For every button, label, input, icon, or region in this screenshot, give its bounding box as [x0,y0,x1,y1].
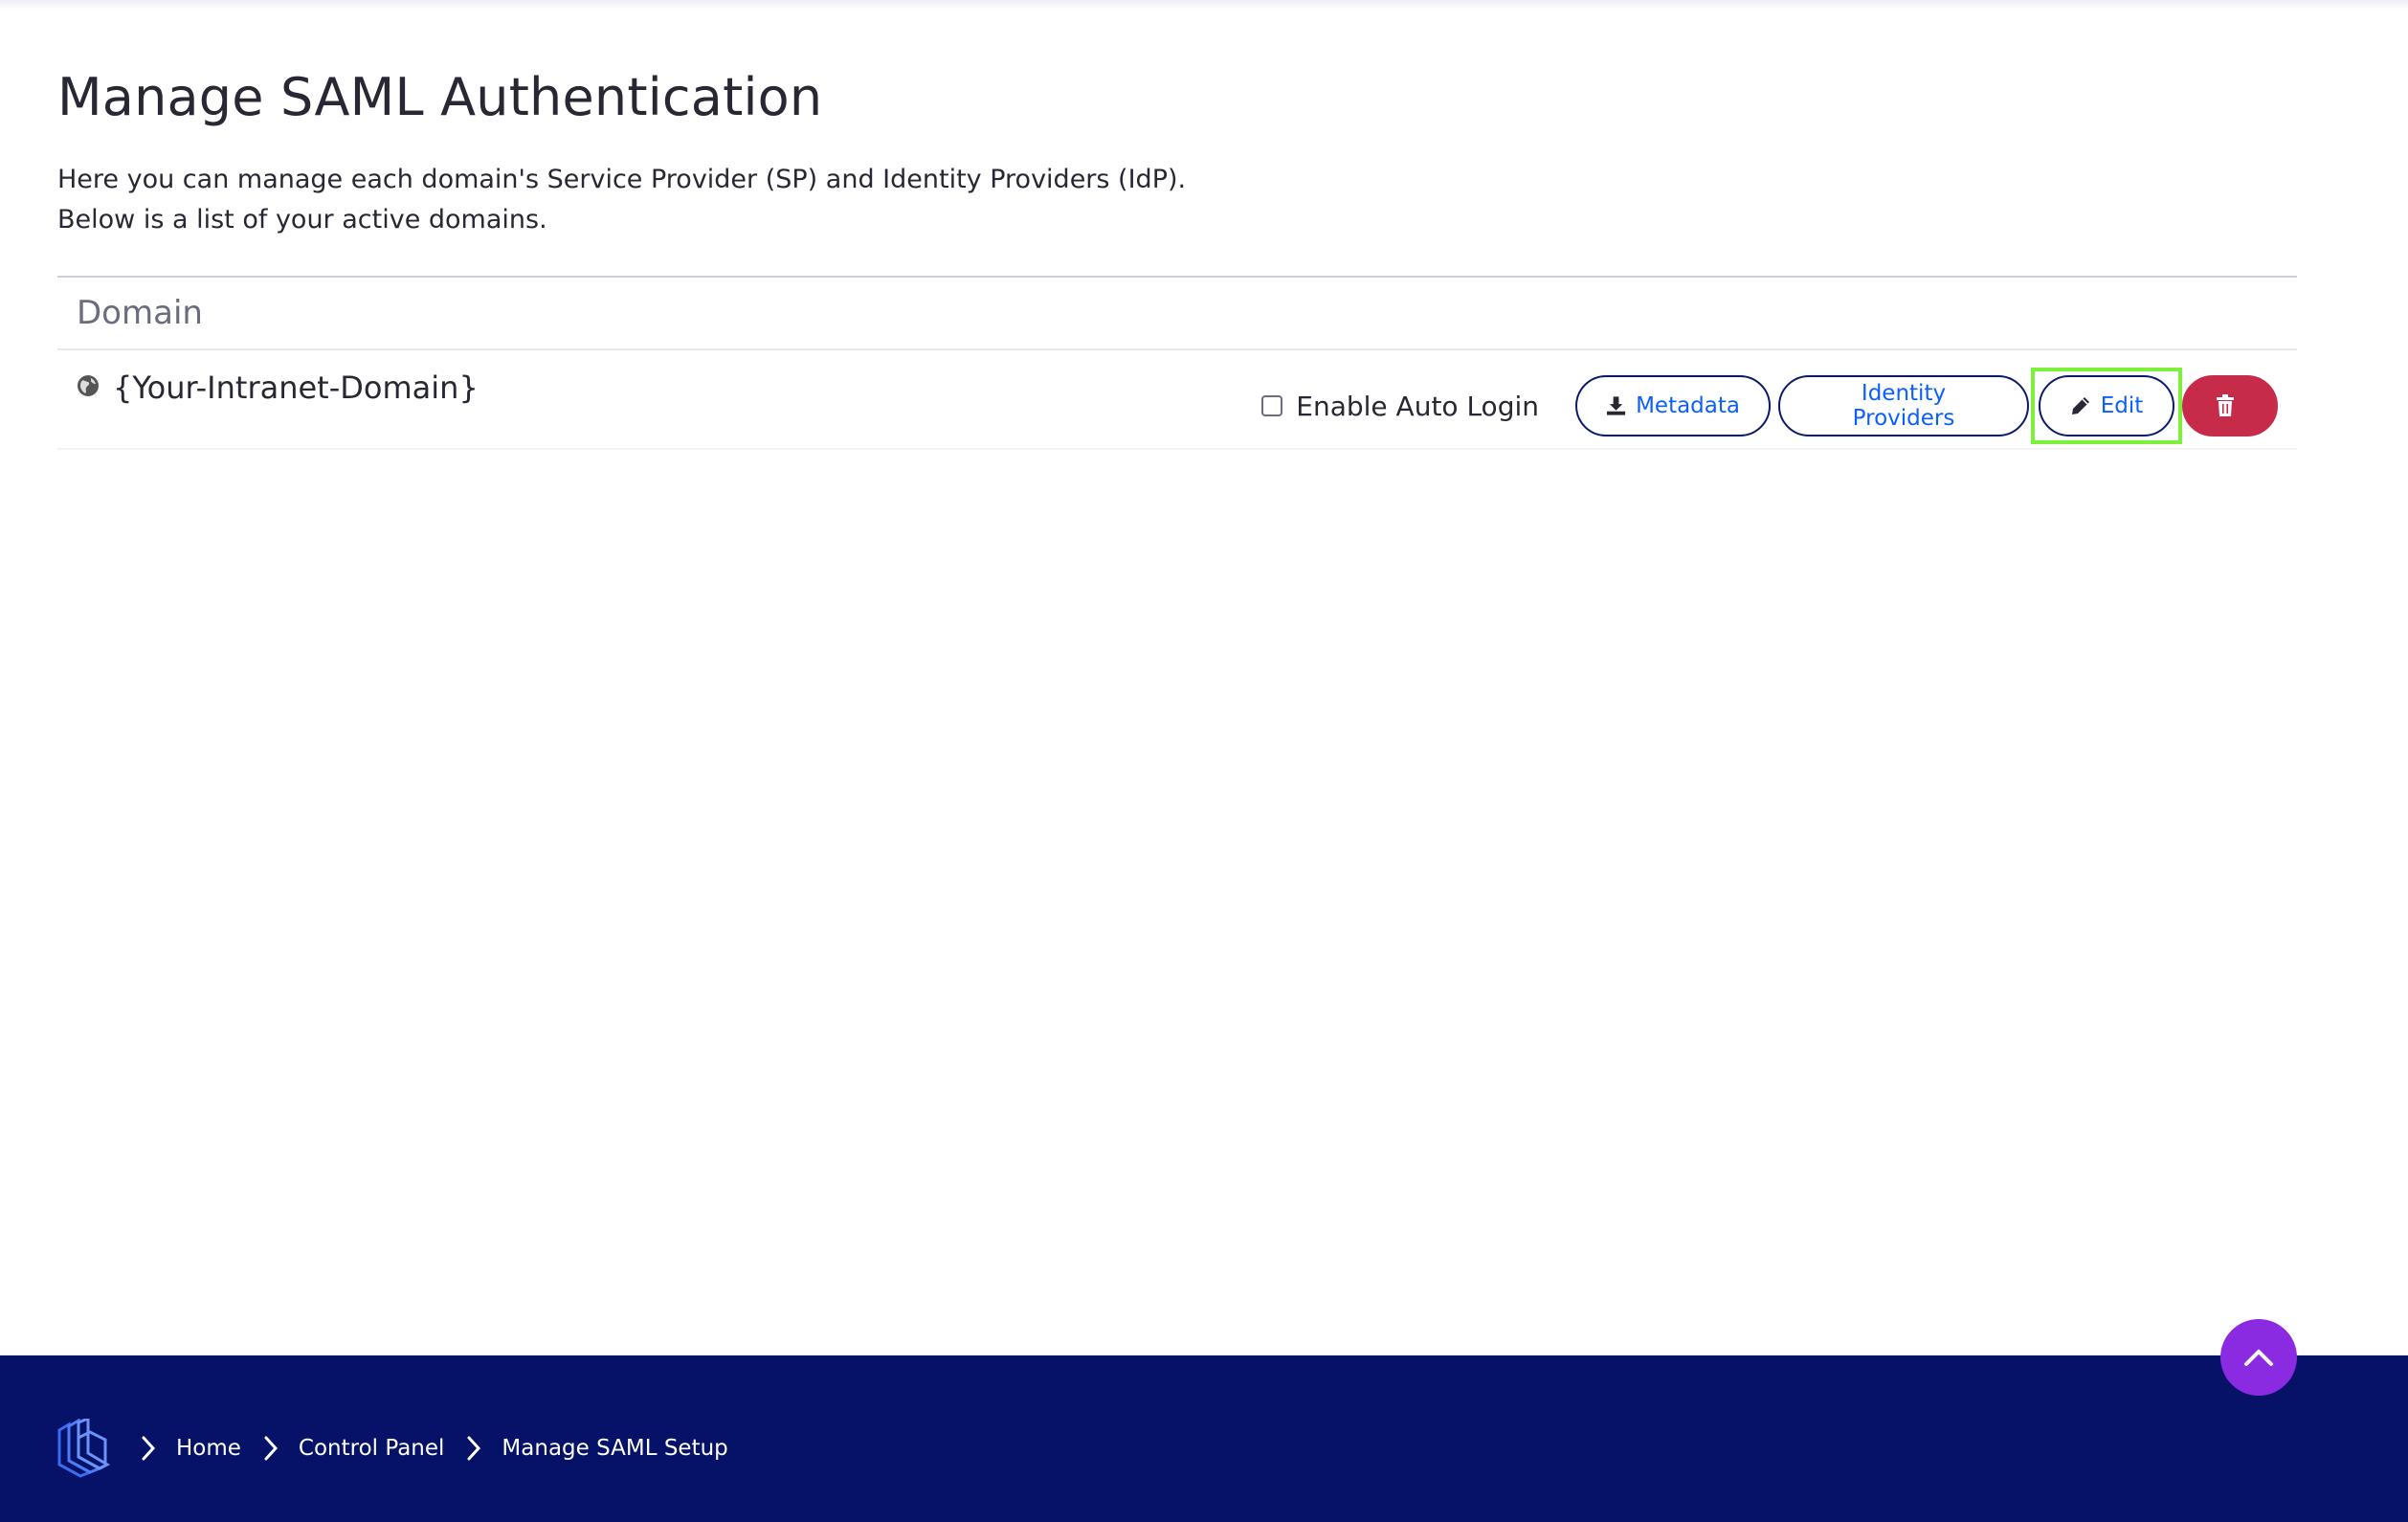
domain-cell: {Your-Intranet-Domain} [77,369,479,406]
identity-providers-button[interactable]: Identity Providers [1778,375,2029,436]
auto-login-label: Enable Auto Login [1296,390,1539,422]
breadcrumb-item-control-panel[interactable]: Control Panel [299,1436,445,1461]
description-line-1: Here you can manage each domain's Servic… [57,165,1187,194]
chevron-right-icon [142,1436,156,1461]
breadcrumb-item-manage-saml-setup: Manage SAML Setup [502,1436,728,1461]
edit-button[interactable]: Edit [2039,375,2174,436]
column-header-domain: Domain [77,294,203,332]
edit-button-label: Edit [2100,393,2144,418]
table-header: Domain [57,276,2297,350]
row-actions: Enable Auto Login Metadata Identity Prov… [1261,368,2278,444]
page-title: Manage SAML Authentication [57,67,823,127]
pencil-icon [2071,397,2089,414]
chevron-up-icon [2244,1350,2273,1366]
trash-icon [2217,394,2234,416]
chevron-right-icon [264,1436,278,1461]
footer-bar: Home Control Panel Manage SAML Setup [0,1355,2408,1522]
auto-login-checkbox[interactable] [1261,395,1283,416]
metadata-button-label: Metadata [1636,393,1740,418]
description-line-2: Below is a list of your active domains. [57,205,547,235]
page-description: Here you can manage each domain's Servic… [57,160,2297,240]
table-row: {Your-Intranet-Domain} Enable Auto Login… [57,350,2297,450]
chevron-right-icon [467,1436,481,1461]
scroll-to-top-button[interactable] [2220,1319,2297,1396]
breadcrumb-item-home[interactable]: Home [176,1436,241,1461]
domain-table: Domain {Your-Intranet-Domain} Enable Aut… [57,276,2297,450]
top-shade [0,0,2408,10]
auto-login-toggle[interactable]: Enable Auto Login [1261,391,1539,422]
download-icon [1606,396,1626,415]
metadata-button[interactable]: Metadata [1575,375,1771,436]
liferay-logo-icon[interactable] [56,1419,111,1478]
edit-button-highlight: Edit [2031,368,2182,444]
globe-icon [78,375,99,396]
main-content: Manage SAML Authentication Here you can … [57,57,2297,450]
breadcrumb: Home Control Panel Manage SAML Setup [56,1419,749,1478]
delete-button[interactable] [2182,375,2278,436]
identity-providers-label: Identity Providers [1852,381,1955,431]
domain-name: {Your-Intranet-Domain} [113,369,479,406]
